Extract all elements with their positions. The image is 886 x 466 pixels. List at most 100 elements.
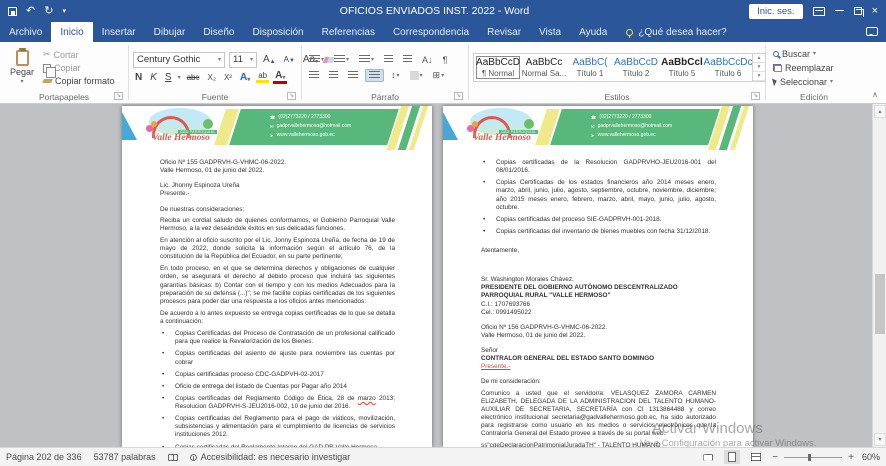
zoom-in-button[interactable]: + bbox=[848, 452, 854, 463]
doc-line: Valle Hermoso, 01 de junio del 2022. bbox=[160, 167, 395, 175]
minimize-button[interactable] bbox=[835, 10, 844, 11]
sign-in-button[interactable]: Inic. ses. bbox=[749, 4, 803, 19]
font-family-combobox[interactable]: Century Gothic▾ bbox=[133, 52, 225, 68]
style-titulo5[interactable]: AaBbCclTítulo 5 bbox=[660, 56, 704, 79]
page-left[interactable]: GAD PARROQUIAL Valle Hermoso ☎(02)277322… bbox=[122, 106, 432, 447]
text-effects-button[interactable]: A▾ bbox=[238, 72, 252, 83]
align-right-button[interactable] bbox=[345, 70, 361, 81]
zoom-out-button[interactable]: − bbox=[772, 452, 778, 463]
style-normal[interactable]: AaBbCcD¶ Normal bbox=[476, 56, 520, 79]
find-button[interactable]: Buscar▾ bbox=[770, 48, 837, 60]
borders-icon: ⊞ bbox=[433, 70, 441, 81]
tab-correspondencia[interactable]: Correspondencia bbox=[384, 22, 478, 42]
align-left-button[interactable] bbox=[306, 70, 322, 81]
sort-button[interactable]: A↓ bbox=[419, 54, 436, 66]
decrease-indent-button[interactable] bbox=[381, 54, 396, 65]
doc-line: PARROQUIAL RURAL "VALLE HERMOSO" bbox=[481, 292, 716, 300]
letterhead: GAD PARROQUIAL Valle Hermoso ☎(02)277322… bbox=[443, 106, 753, 152]
doc-line: De nuestras consideraciones: bbox=[160, 206, 395, 214]
collapse-ribbon-icon[interactable]: ∧ bbox=[872, 90, 878, 99]
increase-indent-button[interactable] bbox=[400, 54, 415, 65]
copy-button[interactable]: Copiar bbox=[40, 62, 118, 74]
print-layout-button[interactable] bbox=[724, 450, 740, 464]
save-icon[interactable] bbox=[8, 7, 17, 16]
font-size-combobox[interactable]: 11▾ bbox=[229, 52, 257, 68]
letterhead-phone: (02)2773220 / 2773300 bbox=[599, 113, 651, 122]
tab-diseno[interactable]: Diseño bbox=[194, 22, 243, 42]
style-titulo1[interactable]: AaBbC(Título 1 bbox=[568, 56, 612, 79]
doc-bullet-item: Copias certificadas del inventario de bi… bbox=[481, 228, 716, 236]
proofing-icon[interactable] bbox=[168, 454, 178, 461]
style-titulo2[interactable]: AaBbCcDTítulo 2 bbox=[614, 56, 658, 79]
superscript-button[interactable]: X² bbox=[222, 73, 234, 82]
tab-vista[interactable]: Vista bbox=[530, 22, 570, 42]
page-right[interactable]: GAD PARROQUIAL Valle Hermoso ☎(02)277322… bbox=[443, 106, 753, 447]
style-titulo6[interactable]: AaBbCcDcTítulo 6 bbox=[706, 56, 750, 79]
scroll-up-icon[interactable]: ▴ bbox=[874, 105, 886, 118]
multilevel-list-button[interactable]: ▾ bbox=[356, 54, 377, 65]
style-normal-sa[interactable]: AaBbCcNormal Sa... bbox=[522, 56, 566, 79]
italic-button[interactable]: K bbox=[148, 72, 159, 83]
scrollbar-thumb[interactable] bbox=[875, 274, 885, 334]
zoom-slider[interactable] bbox=[784, 457, 842, 458]
restore-button[interactable] bbox=[854, 7, 862, 15]
borders-button[interactable]: ⊞▾ bbox=[430, 69, 448, 82]
styles-more-icon[interactable]: ▾ bbox=[753, 72, 765, 81]
ribbon-display-options-icon[interactable] bbox=[813, 7, 825, 16]
zoom-level[interactable]: 60% bbox=[862, 452, 880, 462]
qat-customize-icon[interactable]: ▾ bbox=[62, 8, 66, 15]
tab-referencias[interactable]: Referencias bbox=[313, 22, 384, 42]
tab-archivo[interactable]: Archivo bbox=[0, 22, 51, 42]
web-layout-button[interactable] bbox=[748, 450, 764, 464]
vertical-scrollbar[interactable]: ▴ ▾ bbox=[872, 104, 886, 447]
read-mode-button[interactable] bbox=[700, 450, 716, 464]
zoom-slider-thumb[interactable] bbox=[808, 454, 811, 461]
tab-disposicion[interactable]: Disposición bbox=[243, 22, 312, 42]
grow-font-button[interactable]: A▲ bbox=[261, 54, 278, 65]
tab-dibujar[interactable]: Dibujar bbox=[145, 22, 195, 42]
paste-button[interactable]: Pegar ▾ bbox=[4, 45, 40, 90]
strikethrough-button[interactable]: abc bbox=[185, 73, 202, 82]
word-count[interactable]: 53787 palabras bbox=[94, 452, 156, 462]
tab-insertar[interactable]: Insertar bbox=[93, 22, 145, 42]
replace-button[interactable]: Reemplazar bbox=[770, 62, 837, 74]
accessibility-status[interactable]: Accesibilidad: es necesario investigar bbox=[190, 452, 351, 462]
subscript-button[interactable]: X₂ bbox=[206, 73, 218, 82]
show-marks-button[interactable]: ¶ bbox=[440, 54, 451, 66]
cut-button[interactable]: ✂Cortar bbox=[40, 48, 118, 61]
highlight-color-button[interactable]: ab bbox=[256, 72, 269, 83]
tab-inicio[interactable]: Inicio bbox=[51, 22, 92, 42]
tell-me-search[interactable]: ¿Qué desea hacer? bbox=[626, 22, 726, 42]
justify-icon bbox=[369, 71, 380, 80]
paste-caret-icon[interactable]: ▾ bbox=[20, 78, 23, 85]
bullets-button[interactable]: ▾ bbox=[306, 54, 327, 65]
comments-icon[interactable] bbox=[866, 27, 878, 36]
shading-button[interactable]: ▾ bbox=[407, 70, 426, 81]
font-color-button[interactable]: A▾ bbox=[273, 71, 287, 84]
underline-caret-icon[interactable]: ▾ bbox=[178, 74, 181, 81]
undo-icon[interactable]: ↶ bbox=[26, 6, 35, 17]
shrink-font-button[interactable]: A▼ bbox=[282, 55, 297, 64]
tab-ayuda[interactable]: Ayuda bbox=[570, 22, 616, 42]
font-dialog-launcher-icon[interactable]: ↘ bbox=[287, 92, 296, 100]
select-button[interactable]: Seleccionar▾ bbox=[770, 76, 837, 88]
bold-button[interactable]: N bbox=[133, 72, 144, 83]
styles-scroll-down-icon[interactable]: ▾ bbox=[753, 63, 765, 72]
styles-scroll-up-icon[interactable]: ▴ bbox=[753, 54, 765, 63]
close-button[interactable]: × bbox=[872, 6, 878, 17]
styles-dialog-launcher-icon[interactable]: ↘ bbox=[751, 92, 760, 100]
group-label-paragraph: Párrafo↘ bbox=[306, 90, 464, 103]
numbered-list-icon bbox=[334, 55, 345, 64]
numbering-button[interactable]: ▾ bbox=[331, 54, 352, 65]
line-spacing-button[interactable]: ↕▾ bbox=[388, 69, 403, 81]
clipboard-dialog-launcher-icon[interactable]: ↘ bbox=[114, 92, 123, 100]
search-icon bbox=[773, 51, 779, 57]
paragraph-dialog-launcher-icon[interactable]: ↘ bbox=[454, 92, 463, 100]
redo-icon[interactable]: ↻ bbox=[44, 6, 53, 17]
scroll-down-icon[interactable]: ▾ bbox=[874, 433, 886, 446]
align-center-button[interactable] bbox=[326, 70, 341, 81]
justify-button[interactable] bbox=[365, 69, 384, 82]
page-indicator[interactable]: Página 202 de 336 bbox=[6, 452, 82, 462]
underline-button[interactable]: S bbox=[163, 72, 174, 83]
tab-revisar[interactable]: Revisar bbox=[478, 22, 530, 42]
